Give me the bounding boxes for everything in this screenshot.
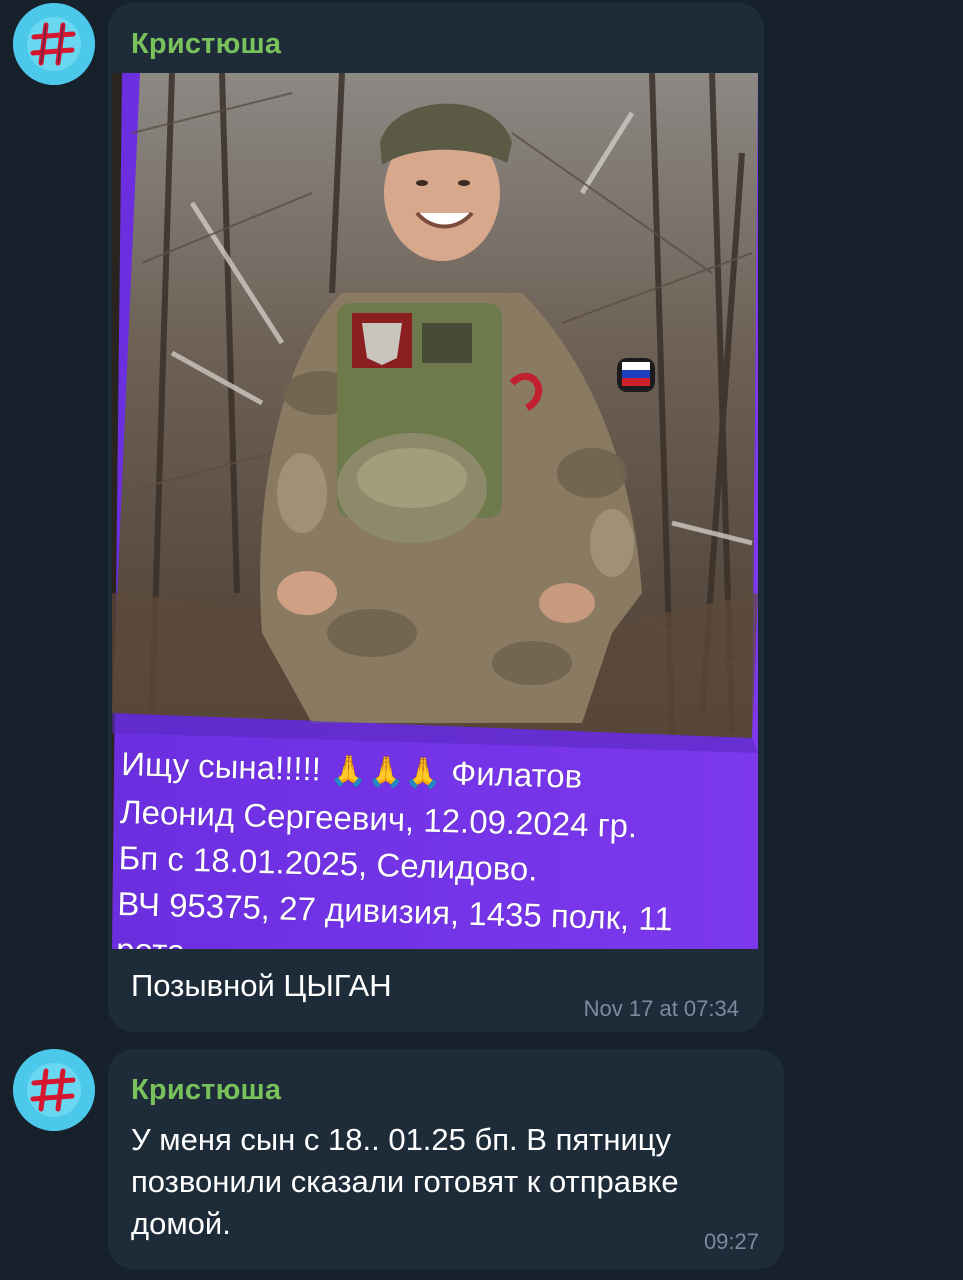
- photo-overlay-text: Ищу сына!!!!! 🙏🙏🙏 Филатов Леонид Сергеев…: [116, 741, 732, 949]
- message-timestamp: Nov 17 at 07:34: [583, 996, 739, 1021]
- message-caption: Позывной ЦЫГАН: [131, 968, 392, 1003]
- photo-attachment[interactable]: Ищу сына!!!!! 🙏🙏🙏 Филатов Леонид Сергеев…: [112, 73, 758, 949]
- chat-feed: Кристюша Ищу сына!!!!! 🙏🙏🙏 Филатов Леони…: [0, 0, 963, 1280]
- message-bubble[interactable]: Кристюша Ищу сына!!!!! 🙏🙏🙏 Филатов Леони…: [108, 3, 764, 1032]
- message-timestamp: 09:27: [703, 1229, 759, 1254]
- message-bubble[interactable]: Кристюша У меня сын с 18.. 01.25 бп. В п…: [108, 1049, 784, 1269]
- praying-hands-icon: 🙏🙏🙏: [329, 754, 443, 791]
- hashtag-avatar-icon: [13, 1049, 95, 1131]
- sender-name[interactable]: Кристюша: [131, 1074, 281, 1107]
- message-text: У меня сын с 18.. 01.25 бп. В пятницу по…: [131, 1122, 679, 1241]
- sender-name[interactable]: Кристюша: [131, 28, 281, 61]
- overlay-line-1: Ищу сына!!!!!: [120, 744, 322, 788]
- overlay-line-1b: Филатов: [450, 754, 583, 795]
- hashtag-avatar-icon: [13, 3, 95, 85]
- sender-avatar[interactable]: [13, 1049, 95, 1131]
- sender-avatar[interactable]: [13, 3, 95, 85]
